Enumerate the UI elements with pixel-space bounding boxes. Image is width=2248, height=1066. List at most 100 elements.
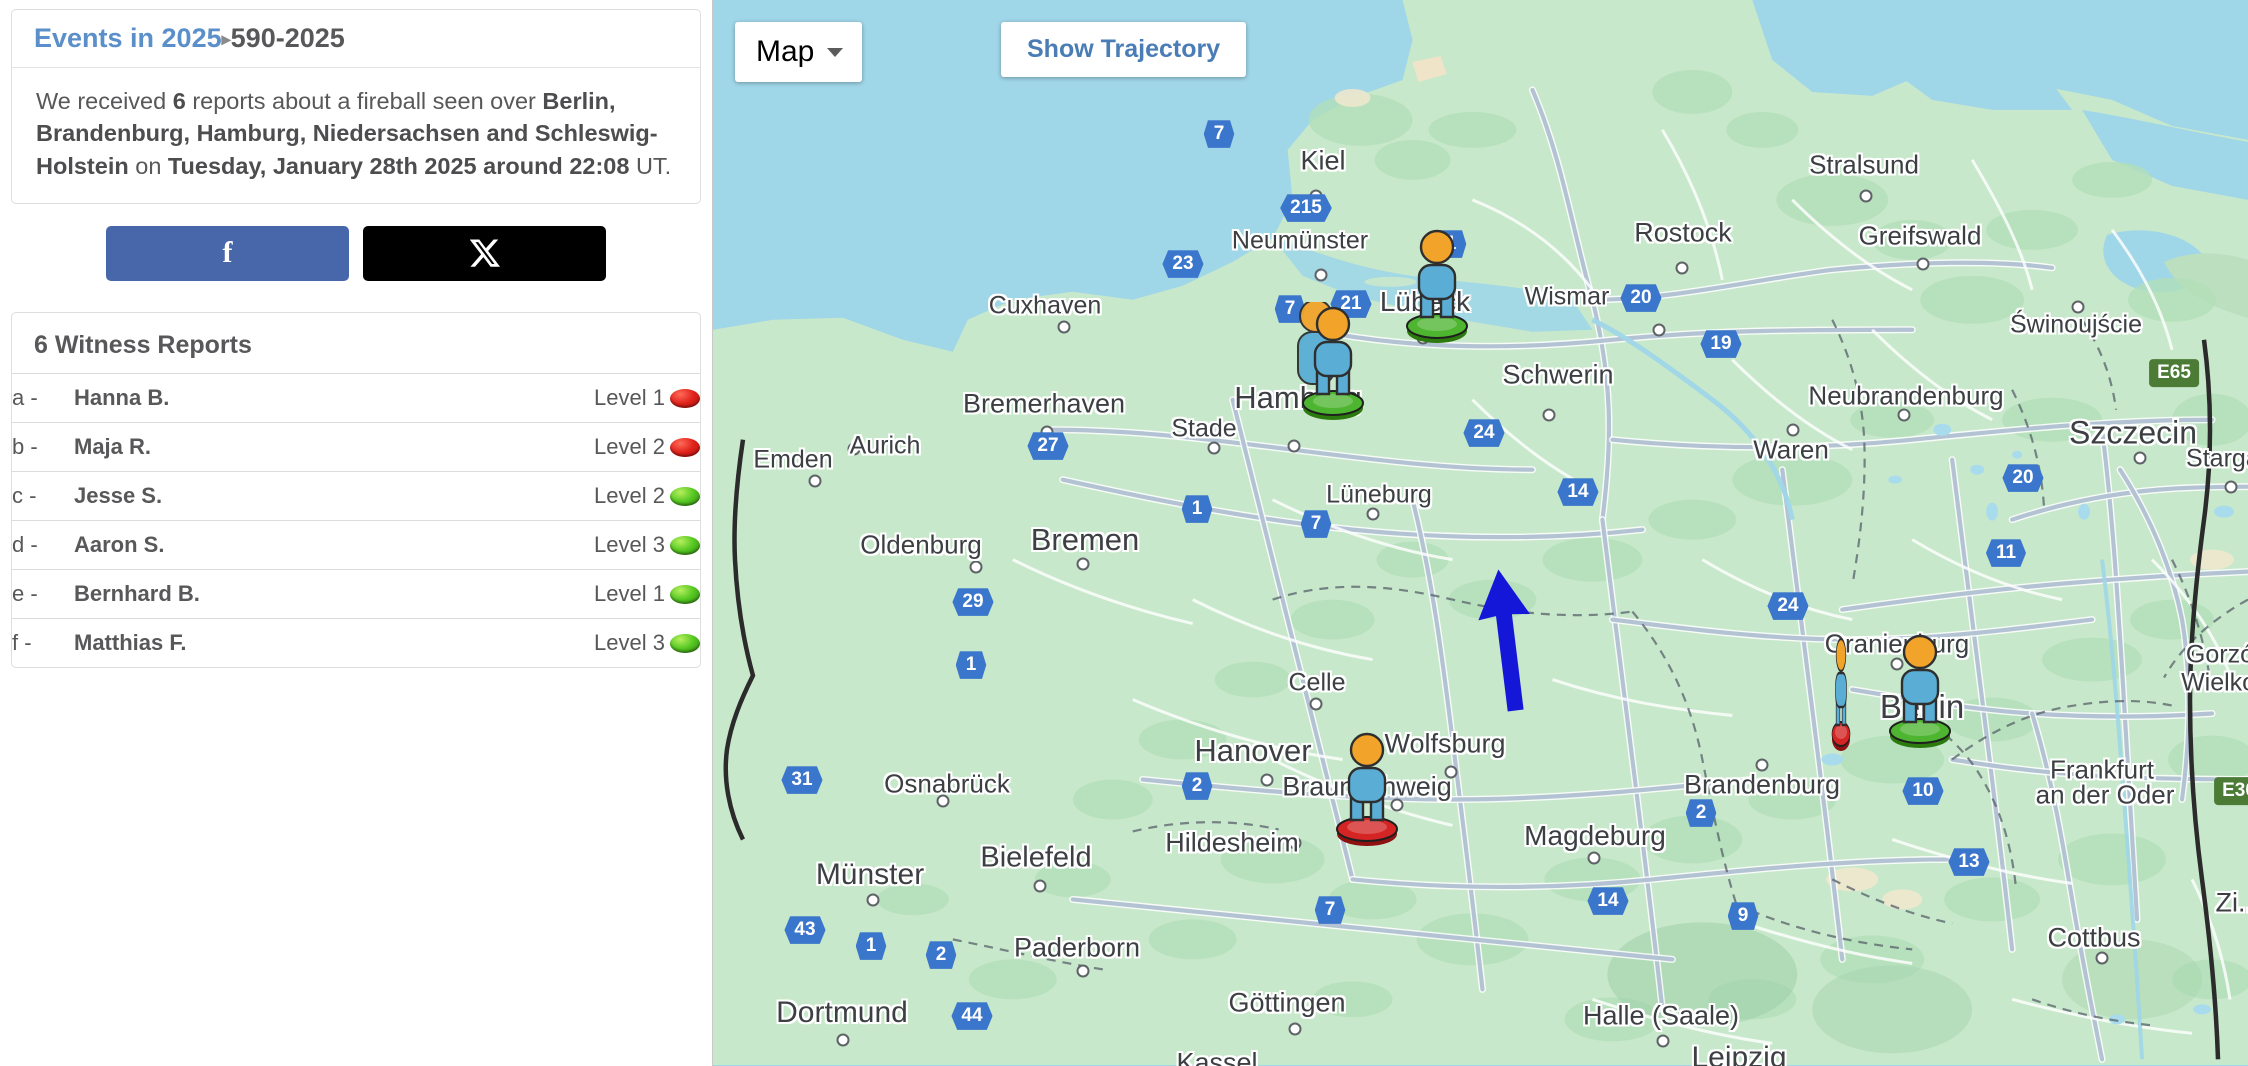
highway-shield: 24 xyxy=(1463,419,1505,447)
map-place-label: Stade xyxy=(1171,414,1237,443)
map-place-dot xyxy=(936,794,950,808)
level-indicator-dot xyxy=(670,437,700,457)
highway-shield: 44 xyxy=(951,1002,993,1030)
map-place-label: Greifswald xyxy=(1858,220,1982,251)
highway-shield: 27 xyxy=(1027,432,1069,460)
witness-marker[interactable] xyxy=(1397,225,1477,347)
map-place-label: Bielefeld xyxy=(980,841,1092,874)
map-panel[interactable]: KielNeumünsterLübeckWismarRostockStralsu… xyxy=(712,0,2248,1066)
map-place-dot xyxy=(1057,320,1071,334)
table-row[interactable]: a - Hanna B. Level 1 xyxy=(12,373,700,422)
map-place-label: Hildesheim xyxy=(1165,827,1299,858)
report-level: Level 2 xyxy=(414,471,700,520)
highway-shield: 19 xyxy=(1700,330,1742,358)
map-place-label: Magdeburg xyxy=(1524,820,1666,851)
breadcrumb-year-link[interactable]: Events in 2025 xyxy=(34,23,222,53)
map-place-dot xyxy=(1542,408,1556,422)
map-place-label: Waren xyxy=(1753,434,1829,465)
report-witness-name[interactable]: Bernhard B. xyxy=(74,569,414,618)
euro-route-shield: E65 xyxy=(2149,359,2199,387)
map-place-dot xyxy=(1652,323,1666,337)
map-place-dot xyxy=(1859,189,1873,203)
map-place-label: Schwerin xyxy=(1502,359,1614,390)
map-place-label: Zi... xyxy=(2215,887,2248,918)
highway-shield: 1 xyxy=(1181,495,1213,523)
map-place-label: Wielko... xyxy=(2181,668,2248,697)
report-witness-name[interactable]: Hanna B. xyxy=(74,373,414,422)
map-place-label: Bremerhaven xyxy=(962,388,1126,419)
map-place-dot xyxy=(2224,480,2238,494)
table-row[interactable]: d - Aaron S. Level 3 xyxy=(12,520,700,569)
highway-shield: 14 xyxy=(1557,478,1599,506)
show-trajectory-button[interactable]: Show Trajectory xyxy=(1001,22,1247,77)
map-place-label: Rostock xyxy=(1634,217,1732,248)
level-indicator-dot xyxy=(670,584,700,604)
breadcrumb: Events in 2025▸590-2025 xyxy=(12,10,700,68)
witness-marker[interactable] xyxy=(1327,728,1407,850)
report-witness-name[interactable]: Aaron S. xyxy=(74,520,414,569)
map-place-dot xyxy=(1287,439,1301,453)
witness-marker[interactable] xyxy=(1293,302,1373,424)
map-place-label: Gorzów xyxy=(2185,640,2248,669)
x-share-button[interactable] xyxy=(363,225,606,281)
share-buttons: f xyxy=(0,204,712,303)
report-witness-name[interactable]: Matthias F. xyxy=(74,618,414,667)
map-place-label: Kiel xyxy=(1300,145,1346,176)
breadcrumb-separator-icon: ▸ xyxy=(221,29,231,49)
map-place-dot xyxy=(1288,1022,1302,1036)
map-place-dot xyxy=(2071,300,2085,314)
level-indicator-dot xyxy=(670,535,700,555)
level-indicator-dot xyxy=(670,633,700,653)
report-level-text: Level 1 xyxy=(594,580,665,606)
highway-shield: 215 xyxy=(1280,194,1332,222)
table-row[interactable]: e - Bernhard B. Level 1 xyxy=(12,569,700,618)
highway-shield: 24 xyxy=(1767,592,1809,620)
map-place-label: Brandenburg xyxy=(1683,769,1841,800)
facebook-share-button[interactable]: f xyxy=(106,225,349,281)
map-place-label: Celle xyxy=(1288,668,1346,697)
highway-shield: 2 xyxy=(1685,799,1717,827)
map-type-button[interactable]: Map xyxy=(735,22,863,82)
page-root: Events in 2025▸590-2025 We received 6 re… xyxy=(0,0,2248,1066)
level-indicator-dot xyxy=(670,486,700,506)
report-level: Level 1 xyxy=(414,569,700,618)
map-place-dot xyxy=(836,1033,850,1047)
map-place-dot xyxy=(1656,1034,1670,1048)
event-code: 590-2025 xyxy=(230,23,345,53)
map-place-label: Wismar xyxy=(1524,282,1610,311)
witness-marker[interactable] xyxy=(1801,633,1881,755)
table-row[interactable]: c - Jesse S. Level 2 xyxy=(12,471,700,520)
report-witness-name[interactable]: Maja R. xyxy=(74,422,414,471)
map-place-dot xyxy=(1587,851,1601,865)
highway-shield: 11 xyxy=(1985,539,2027,567)
desc-suffix: UT. xyxy=(629,152,672,179)
level-indicator-dot xyxy=(670,388,700,408)
desc-prefix: We received xyxy=(36,87,173,114)
map-place-dot xyxy=(1366,507,1380,521)
report-index: e - xyxy=(12,580,38,606)
report-index: c - xyxy=(12,482,37,508)
witness-marker[interactable] xyxy=(1880,630,1960,752)
map-place-dot xyxy=(2133,451,2147,465)
map-place-dot xyxy=(1260,773,1274,787)
desc-on: on xyxy=(128,152,168,179)
map-place-dot xyxy=(1207,441,1221,455)
report-witness-name[interactable]: Jesse S. xyxy=(74,471,414,520)
map-place-label: Emden xyxy=(753,445,833,474)
map-place-label: Dortmund xyxy=(776,996,908,1029)
report-index: d - xyxy=(12,531,38,557)
event-sidebar: Events in 2025▸590-2025 We received 6 re… xyxy=(0,0,712,1066)
table-row[interactable]: b - Maja R. Level 2 xyxy=(12,422,700,471)
table-row[interactable]: f - Matthias F. Level 3 xyxy=(12,618,700,667)
highway-shield: 13 xyxy=(1948,848,1990,876)
highway-shield: 31 xyxy=(781,766,823,794)
map-place-dot xyxy=(1076,964,1090,978)
event-info-card: Events in 2025▸590-2025 We received 6 re… xyxy=(11,9,701,204)
map-place-label: Paderborn xyxy=(1013,932,1141,963)
map-place-dot xyxy=(1033,879,1047,893)
highway-shield: 2 xyxy=(925,941,957,969)
report-count: 6 xyxy=(172,87,186,114)
highway-shield: 20 xyxy=(2002,464,2044,492)
euro-route-shield: E30 xyxy=(2214,777,2248,805)
map-place-dot xyxy=(808,474,822,488)
